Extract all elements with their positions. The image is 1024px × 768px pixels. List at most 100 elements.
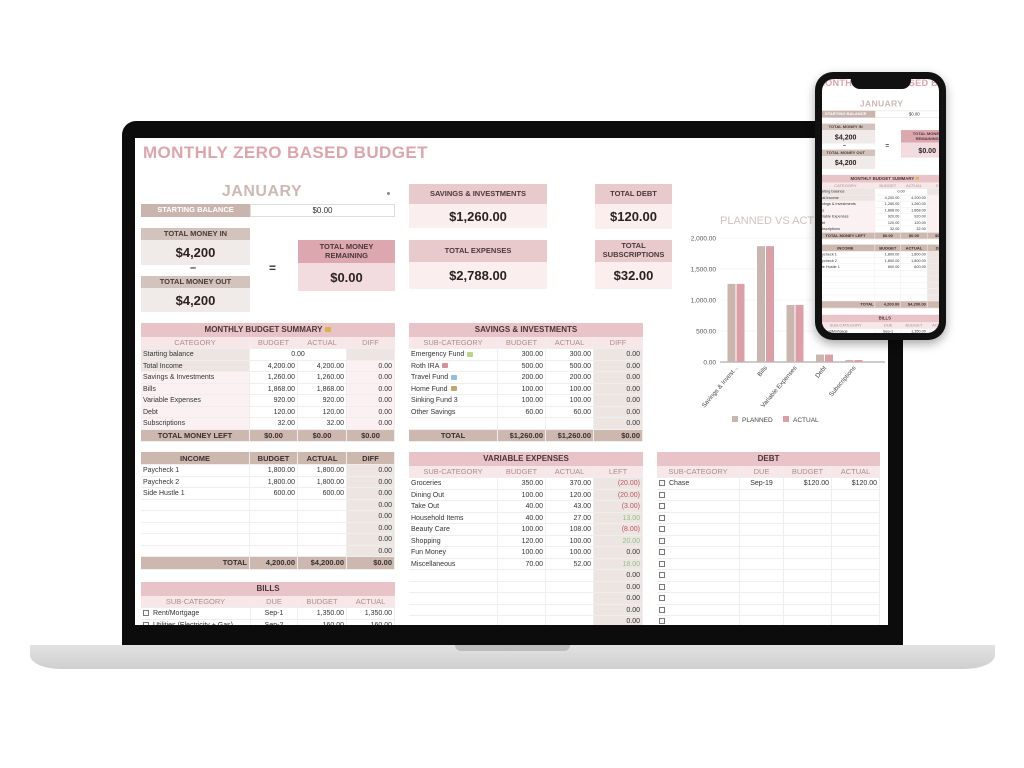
sub-category-cell xyxy=(657,547,740,558)
cell-text: Paycheck 1 xyxy=(822,252,837,257)
value-cell: 100.00 xyxy=(498,395,546,406)
column-header: BUDGET xyxy=(498,337,546,348)
cell-text: 0.00 xyxy=(626,595,640,602)
total-money-remaining-value: $0.00 xyxy=(298,263,395,291)
total-cell: $0.00 xyxy=(594,429,643,441)
sub-category-cell: Sinking Fund 3 xyxy=(409,395,498,406)
income-table: INCOMEBUDGETACTUALDIFFPaycheck 11,800.00… xyxy=(822,244,939,309)
checkbox[interactable] xyxy=(659,618,665,625)
value-cell: 120.00 xyxy=(546,489,594,500)
checkbox[interactable] xyxy=(659,595,665,602)
chart-up-icon xyxy=(442,363,449,369)
table-row: 0.00 xyxy=(141,511,395,523)
dropdown-arrow-icon[interactable] xyxy=(387,192,390,195)
starting-balance-input[interactable]: $0.00 xyxy=(250,204,395,217)
checkbox[interactable] xyxy=(659,572,665,579)
cell-text: Take Out xyxy=(411,503,440,510)
checkbox[interactable] xyxy=(659,491,665,498)
cell-text: 0.00 xyxy=(378,501,392,509)
checkbox[interactable] xyxy=(659,526,665,533)
sub-category-cell xyxy=(409,570,498,581)
phone-notch xyxy=(851,75,911,89)
checkbox[interactable] xyxy=(659,560,665,567)
value-cell: 0.00 xyxy=(594,547,643,558)
total-cell: $0.00 xyxy=(901,232,928,239)
variable-expenses-table: VARIABLE EXPENSES SUB-CATEGORY BUDGET ACTUA… xyxy=(409,452,643,625)
sub-category-cell: Other Savings xyxy=(409,406,498,417)
column-header: CATEGORY xyxy=(141,337,250,348)
column-header: ACTUAL xyxy=(298,452,347,464)
month-select[interactable]: JANUARY xyxy=(217,183,307,201)
cell-text: 0.00 xyxy=(626,408,640,416)
cell-text: Groceries xyxy=(411,480,442,487)
cell-text: 0.00 xyxy=(378,547,392,555)
starting-balance-input[interactable]: $0.00 xyxy=(875,110,939,118)
value-cell: 200.00 xyxy=(498,372,546,383)
value-cell: 0.00 xyxy=(927,270,939,276)
sub-category-cell: Paycheck 1 xyxy=(822,251,876,258)
sub-category-cell xyxy=(657,581,740,592)
value-cell xyxy=(740,501,784,512)
total-money-out-value: $4,200 xyxy=(822,156,876,169)
checkbox[interactable] xyxy=(659,537,665,544)
total-money-out-value: $4,200 xyxy=(141,288,250,312)
sub-category-cell: Chase xyxy=(657,478,740,489)
table-row xyxy=(657,616,880,625)
checkbox[interactable] xyxy=(659,606,665,613)
column-header: BUDGET xyxy=(901,322,928,329)
cell-text: 0.00 xyxy=(378,513,392,520)
sub-category-cell: Paycheck 2 xyxy=(141,476,250,487)
value-cell: 600.00 xyxy=(901,264,928,270)
money-icon xyxy=(467,351,474,357)
checkbox[interactable] xyxy=(143,610,149,617)
value-cell: 0.00 xyxy=(347,522,395,533)
value-cell: 0.00 xyxy=(347,488,395,499)
category-cell: Total Income xyxy=(822,195,876,201)
value-cell: 100.00 xyxy=(546,395,594,406)
table-row: Savings & Investments1,260.001,260.000.0… xyxy=(141,372,395,384)
starting-balance-cell: 0.00 xyxy=(250,349,347,360)
checkbox[interactable] xyxy=(659,514,665,521)
value-cell: 1,868.00 xyxy=(901,207,928,214)
income-table: INCOMEBUDGETACTUALDIFFPaycheck 11,800.00… xyxy=(141,452,395,570)
sub-category-cell xyxy=(141,511,250,522)
cell-text: 0.00 xyxy=(626,351,640,358)
checkbox[interactable] xyxy=(143,621,149,625)
cell-text: Sep-1 xyxy=(883,329,894,333)
sub-category-cell xyxy=(657,524,740,535)
value-cell xyxy=(740,524,784,535)
value-cell: 0.00 xyxy=(594,406,643,417)
cell-text: 200.00 xyxy=(521,374,543,381)
table-row: Fun Money 100.00 100.00 0.00 xyxy=(409,547,643,559)
cell-text: Emergency Fund xyxy=(411,351,465,358)
column-header: DIFF xyxy=(927,245,939,251)
sub-category-cell xyxy=(657,570,740,581)
column-header: BUDGET xyxy=(250,452,298,464)
value-cell: (3.00) xyxy=(594,501,643,512)
value-cell: 32.00 xyxy=(875,226,902,232)
cell-text: 0.00 xyxy=(626,618,640,625)
value-cell: 600.00 xyxy=(250,488,298,499)
checkbox[interactable] xyxy=(659,583,665,590)
value-cell xyxy=(832,512,880,523)
table-row xyxy=(657,512,880,524)
table-row: Rent/Mortgage Sep-1 1,350.00 1,350.00 xyxy=(822,328,939,333)
table-row: Variable Expenses920.00920.000.00 xyxy=(141,395,395,407)
value-cell: 160.00 xyxy=(347,619,395,625)
cell-text: Paycheck 2 xyxy=(143,478,180,486)
checkbox[interactable] xyxy=(659,480,665,487)
value-cell xyxy=(250,534,298,545)
value-cell: 60.00 xyxy=(498,406,546,417)
y-tick-label: 1,000.00 xyxy=(691,298,717,305)
cell-text: 100.00 xyxy=(569,385,591,393)
checkbox[interactable] xyxy=(659,503,665,510)
value-cell: 0.00 xyxy=(347,406,395,417)
value-cell xyxy=(546,418,594,429)
table-row: 0.00 xyxy=(141,499,395,511)
sub-category-cell: Travel Fund xyxy=(409,372,498,383)
checkbox[interactable] xyxy=(659,549,665,556)
cell-text: Chase xyxy=(669,480,690,487)
month-select[interactable]: JANUARY xyxy=(857,99,906,109)
cell-text: 70.00 xyxy=(525,560,543,568)
bills-title: BILLS xyxy=(822,314,939,323)
